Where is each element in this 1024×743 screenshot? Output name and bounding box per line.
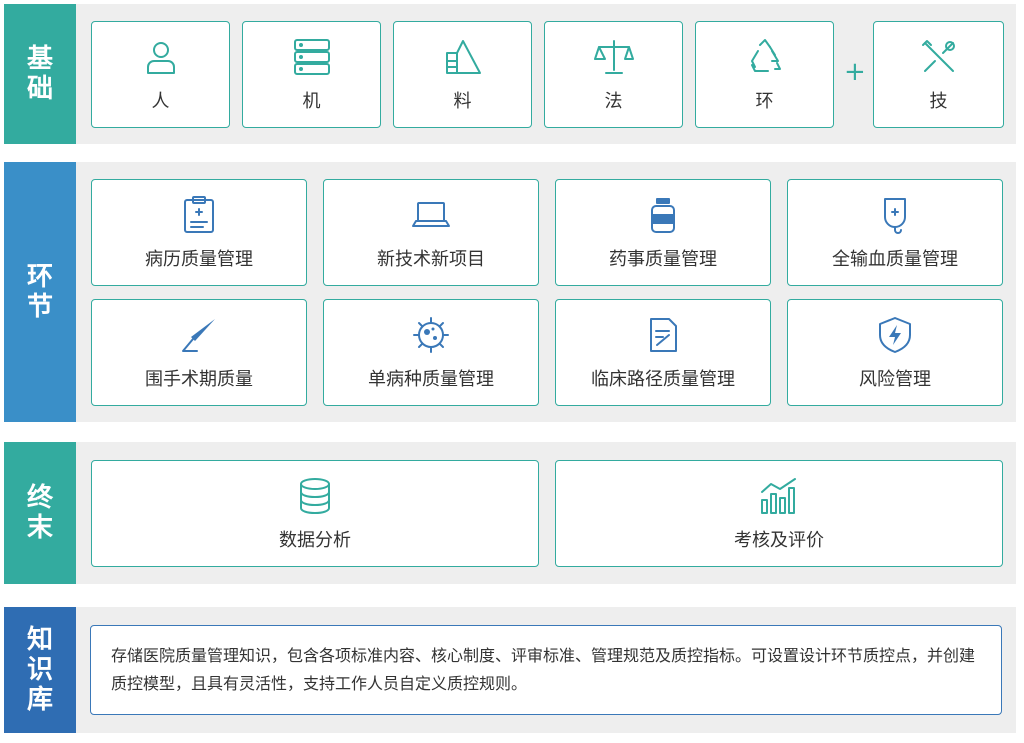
card-perioperative-quality[interactable]: 围手术期质量 <box>91 299 307 406</box>
person-icon <box>141 37 181 77</box>
card-label: 临床路径质量管理 <box>591 368 735 390</box>
card-label: 病历质量管理 <box>145 248 253 270</box>
shield-alert-icon <box>875 315 915 355</box>
virus-icon <box>411 315 451 355</box>
scale-icon <box>593 37 634 77</box>
card-label: 环 <box>755 90 774 112</box>
card-label: 人 <box>151 90 170 112</box>
section-label-process: 环 节 <box>4 162 76 422</box>
card-assessment-evaluation[interactable]: 考核及评价 <box>555 460 1003 567</box>
card-method[interactable]: 法 <box>544 21 683 128</box>
database-icon <box>295 476 335 516</box>
card-environment[interactable]: 环 <box>695 21 834 128</box>
bar-chart-icon <box>759 476 799 516</box>
plus-sign: + <box>844 57 866 87</box>
card-label: 技 <box>929 90 948 112</box>
scalpel-icon <box>179 315 219 355</box>
card-label: 料 <box>453 90 472 112</box>
knowledge-base-description: 存储医院质量管理知识，包含各项标准内容、核心制度、评审标准、管理规范及质控指标。… <box>90 625 1002 715</box>
card-label: 风险管理 <box>859 368 931 390</box>
section-label-foundation: 基 础 <box>4 4 76 144</box>
card-technology[interactable]: 技 <box>873 21 1004 128</box>
card-medical-record-quality[interactable]: 病历质量管理 <box>91 179 307 286</box>
section-label-terminal: 终 末 <box>4 442 76 584</box>
material-icon <box>443 37 483 77</box>
card-new-technology[interactable]: 新技术新项目 <box>323 179 539 286</box>
card-risk-management[interactable]: 风险管理 <box>787 299 1003 406</box>
card-label: 新技术新项目 <box>377 248 485 270</box>
card-label: 全输血质量管理 <box>832 248 958 270</box>
medical-record-icon <box>179 195 219 235</box>
blood-bag-icon <box>875 195 915 235</box>
card-label: 机 <box>302 90 321 112</box>
laptop-icon <box>411 195 451 235</box>
section-label-knowledge-base: 知 识 库 <box>4 607 76 733</box>
card-label: 围手术期质量 <box>145 368 253 390</box>
medicine-bottle-icon <box>643 195 683 235</box>
recycle-icon <box>745 37 785 77</box>
tools-icon <box>919 37 959 77</box>
card-label: 单病种质量管理 <box>368 368 494 390</box>
section-terminal: 终 末 数据分析 考核及评价 <box>4 442 1016 584</box>
card-label: 药事质量管理 <box>609 248 717 270</box>
card-single-disease-quality[interactable]: 单病种质量管理 <box>323 299 539 406</box>
document-edit-icon <box>643 315 683 355</box>
card-label: 考核及评价 <box>734 529 824 551</box>
card-material[interactable]: 料 <box>393 21 532 128</box>
card-machine[interactable]: 机 <box>242 21 381 128</box>
section-process: 环 节 病历质量管理 新技术新项目 药事质量管理 全输血质量管理 围手术期质量 <box>4 162 1016 422</box>
card-clinical-pathway-quality[interactable]: 临床路径质量管理 <box>555 299 771 406</box>
card-pharmacy-quality[interactable]: 药事质量管理 <box>555 179 771 286</box>
card-label: 法 <box>604 90 623 112</box>
section-knowledge-base: 知 识 库 存储医院质量管理知识，包含各项标准内容、核心制度、评审标准、管理规范… <box>4 607 1016 733</box>
card-data-analysis[interactable]: 数据分析 <box>91 460 539 567</box>
server-icon <box>292 37 332 77</box>
card-person[interactable]: 人 <box>91 21 230 128</box>
section-foundation: 基 础 人 机 料 法 环 + 技 <box>4 4 1016 144</box>
card-label: 数据分析 <box>279 529 351 551</box>
card-blood-transfusion-quality[interactable]: 全输血质量管理 <box>787 179 1003 286</box>
